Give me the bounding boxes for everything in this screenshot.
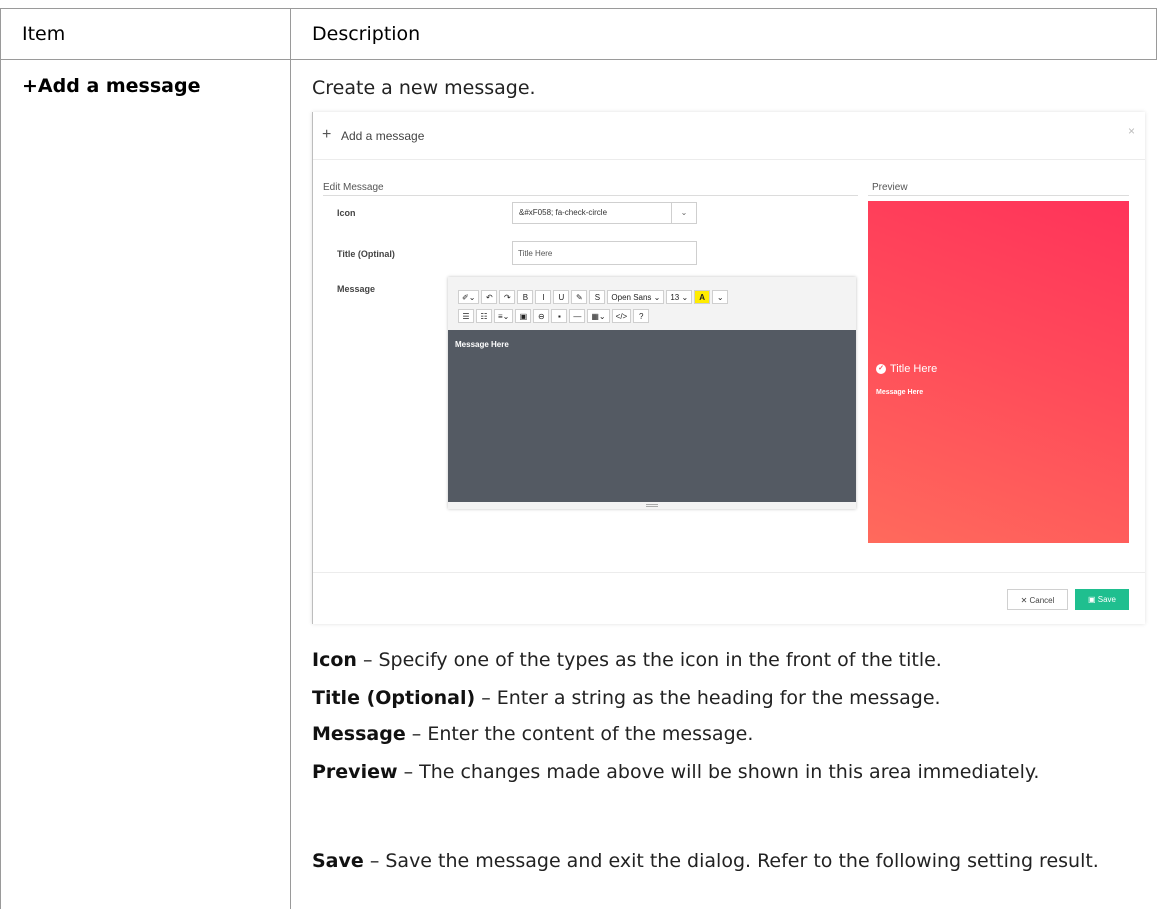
edit-message-section-label: Edit Message <box>323 182 384 193</box>
toolbar-button[interactable]: B <box>517 290 534 304</box>
toolbar-button[interactable]: ☰ <box>458 309 474 323</box>
dialog-header: + Add a message × <box>313 112 1145 160</box>
toolbar-button[interactable]: ▪ <box>551 309 568 323</box>
toolbar-button[interactable]: ✎ <box>571 290 588 304</box>
dialog-footer-divider <box>313 572 1145 573</box>
text-message: – Enter the content of the message. <box>405 723 754 745</box>
editor-toolbar: ✐⌄ ↶ ↷ B I U ✎ S Open Sans ⌄ 13 ⌄ A ⌄ ☰ ☷ ≡⌄ ▣ ⊖ ▪ — ▦⌄ </>… <box>448 277 856 330</box>
preview-title: ✓ Title Here <box>876 363 937 375</box>
editor-content-area[interactable]: Message Here <box>448 330 856 502</box>
toolbar-button[interactable]: ⌄ <box>712 290 729 304</box>
toolbar-button[interactable]: ⊖ <box>533 309 550 323</box>
editor-text: Message Here <box>455 340 509 349</box>
toolbar-button[interactable]: ↶ <box>481 290 498 304</box>
table-header-border <box>0 59 1157 60</box>
text-preview: – The changes made above will be shown i… <box>397 761 1040 783</box>
message-editor[interactable]: ✐⌄ ↶ ↷ B I U ✎ S Open Sans ⌄ 13 ⌄ A ⌄ ☰ ☷ ≡⌄ ▣ ⊖ ▪ — ▦⌄ </>… <box>448 277 856 509</box>
item-add-message: +Add a message <box>22 75 201 97</box>
close-icon[interactable]: × <box>1128 124 1135 138</box>
save-button-label: Save <box>1097 595 1116 604</box>
toolbar-row-1: ✐⌄ ↶ ↷ B I U ✎ S Open Sans ⌄ 13 ⌄ A ⌄ <box>458 290 729 304</box>
toolbar-button[interactable]: A <box>694 290 711 304</box>
text-title: – Enter a string as the heading for the … <box>475 687 941 709</box>
toolbar-button[interactable]: </> <box>611 309 632 323</box>
description-preview: Preview – The changes made above will be… <box>312 760 1039 784</box>
toolbar-button[interactable]: 13 ⌄ <box>666 290 693 304</box>
toolbar-button[interactable]: ✐⌄ <box>458 290 480 304</box>
toolbar-button[interactable]: Open Sans ⌄ <box>607 290 665 304</box>
preview-section-divider <box>868 195 1129 196</box>
toolbar-button[interactable]: ≡⌄ <box>494 309 514 323</box>
preview-section-label: Preview <box>872 182 908 193</box>
text-icon: – Specify one of the types as the icon i… <box>356 649 942 671</box>
preview-title-text: Title Here <box>890 363 938 375</box>
description-save: Save – Save the message and exit the dia… <box>312 849 1132 873</box>
table-left-border <box>0 8 1 909</box>
term-title: Title (Optional) <box>312 687 476 709</box>
text-save: – Save the message and exit the dialog. … <box>363 850 1099 872</box>
preview-message: Message Here <box>876 389 924 396</box>
toolbar-button[interactable]: U <box>553 290 570 304</box>
icon-select-value: &#xF058; fa-check-circle <box>519 208 608 217</box>
icon-field-label: Icon <box>337 208 356 218</box>
dialog-title: Add a message <box>341 129 425 143</box>
save-button[interactable]: ▣ Save <box>1075 589 1129 610</box>
editor-resize-handle[interactable] <box>448 502 856 509</box>
message-field-label: Message <box>337 284 376 294</box>
toolbar-button[interactable]: ↷ <box>499 290 516 304</box>
title-field-label: Title (Optinal) <box>337 249 395 259</box>
add-message-dialog: + Add a message × Edit Message Preview I… <box>312 112 1145 624</box>
header-item: Item <box>22 23 66 45</box>
table-column-divider <box>290 8 291 909</box>
description-message: Message – Enter the content of the messa… <box>312 722 753 746</box>
title-input[interactable]: Title Here <box>512 241 697 265</box>
term-preview: Preview <box>312 761 398 783</box>
toolbar-button[interactable]: ☷ <box>476 309 492 323</box>
toolbar-button[interactable]: I <box>535 290 552 304</box>
description-intro: Create a new message. <box>312 77 536 99</box>
cancel-button[interactable]: ✕ Cancel <box>1007 589 1068 610</box>
description-icon: Icon – Specify one of the types as the i… <box>312 648 942 672</box>
chevron-down-icon: ⌄ <box>671 203 696 223</box>
table-top-border <box>0 8 1157 9</box>
plus-icon: + <box>322 126 332 143</box>
toolbar-row-2: ☰ ☷ ≡⌄ ▣ ⊖ ▪ — ▦⌄ </>? <box>458 309 650 323</box>
toolbar-button[interactable]: S <box>589 290 606 304</box>
document-table: Item Description +Add a message Create a… <box>0 0 1157 909</box>
description-title: Title (Optional) – Enter a string as the… <box>312 686 941 710</box>
title-input-placeholder: Title Here <box>518 249 553 258</box>
term-message: Message <box>312 723 406 745</box>
toolbar-button[interactable]: — <box>569 309 586 323</box>
toolbar-button[interactable]: ▣ <box>515 309 532 323</box>
term-save: Save <box>312 850 364 872</box>
message-preview: ✓ Title Here Message Here <box>868 201 1129 543</box>
term-icon: Icon <box>312 649 357 671</box>
edit-section-divider <box>323 195 858 196</box>
check-circle-icon: ✓ <box>876 364 886 374</box>
icon-select[interactable]: &#xF058; fa-check-circle ⌄ <box>512 202 697 224</box>
save-icon: ▣ <box>1087 595 1098 604</box>
toolbar-button[interactable]: ? <box>633 309 650 323</box>
header-description: Description <box>312 23 421 45</box>
toolbar-button[interactable]: ▦⌄ <box>587 309 610 323</box>
